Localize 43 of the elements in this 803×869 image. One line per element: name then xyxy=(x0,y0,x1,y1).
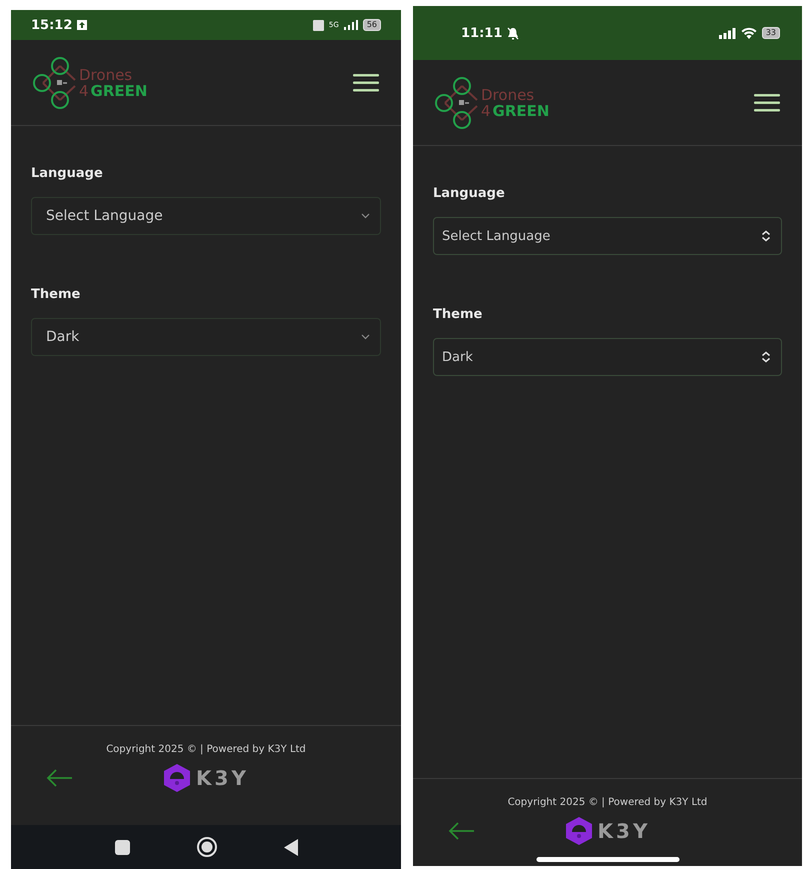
home-button[interactable] xyxy=(196,836,218,858)
battery-level: 33 xyxy=(762,27,780,39)
copyright-text: Copyright 2025 © | Powered by K3Y Ltd xyxy=(106,744,306,755)
select-field[interactable]: Dark xyxy=(433,338,782,376)
select-field[interactable]: Dark xyxy=(31,318,381,356)
chevron-down-icon xyxy=(361,334,370,340)
field-label: Language xyxy=(31,166,104,181)
logo-digit: 4 xyxy=(481,102,491,118)
status-time: 15:12 xyxy=(31,18,72,32)
volte-icon xyxy=(312,20,324,30)
back-button[interactable] xyxy=(447,821,475,841)
recent-apps-button[interactable] xyxy=(114,840,130,854)
signal-icon xyxy=(344,20,358,30)
select-field[interactable]: Select Language xyxy=(31,197,381,235)
up-down-chevron-icon xyxy=(761,351,771,363)
select-field[interactable]: Select Language xyxy=(433,217,782,255)
signal-icon xyxy=(718,28,736,38)
menu-button[interactable] xyxy=(353,72,379,92)
logo-text: Drones xyxy=(481,86,536,102)
back-nav-button[interactable] xyxy=(284,838,298,856)
hexagon-logo-icon xyxy=(564,816,593,846)
brand-logo-text: K3Y xyxy=(196,766,249,790)
menu-button[interactable] xyxy=(754,92,780,112)
copyright-text: Copyright 2025 © | Powered by K3Y Ltd xyxy=(508,797,708,808)
drone-logo-icon xyxy=(435,76,479,130)
drone-logo-icon xyxy=(33,56,77,110)
field-label: Theme xyxy=(433,307,484,322)
field-label: Theme xyxy=(31,287,82,302)
logo-text: Drones xyxy=(79,66,134,82)
upload-notification-icon xyxy=(77,20,88,30)
brand-logo-text: K3Y xyxy=(598,819,650,843)
muted-bell-icon xyxy=(507,26,520,40)
wifi-icon xyxy=(740,27,757,39)
battery-level: 56 xyxy=(362,19,381,31)
status-time: 11:11 xyxy=(461,26,502,40)
logo-text: GREEN xyxy=(90,82,148,98)
hexagon-logo-icon xyxy=(163,763,192,793)
field-label: Language xyxy=(433,186,506,201)
back-button[interactable] xyxy=(45,768,73,788)
up-down-chevron-icon xyxy=(761,230,771,242)
logo-text: GREEN xyxy=(492,102,550,118)
logo-digit: 4 xyxy=(79,82,89,98)
chevron-down-icon xyxy=(361,213,370,219)
